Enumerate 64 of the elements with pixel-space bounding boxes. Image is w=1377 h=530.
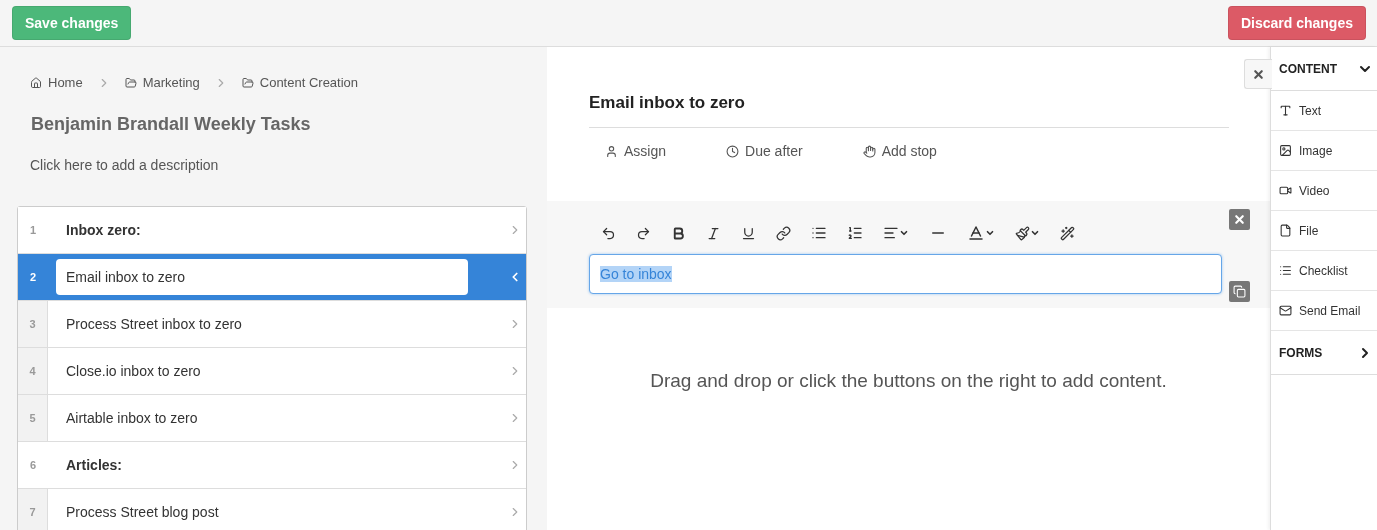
checklist-title: Benjamin Brandall Weekly Tasks — [31, 114, 312, 135]
content-item[interactable]: Send Email — [1271, 291, 1377, 331]
folder-icon — [124, 76, 137, 89]
folder-icon — [241, 76, 254, 89]
task-text: Close.io inbox to zero — [65, 363, 202, 379]
task-row[interactable]: 4 Close.io inbox to zero — [18, 348, 526, 395]
undo-icon[interactable] — [601, 225, 616, 241]
description-link[interactable]: Click here to add a description — [30, 157, 527, 173]
breadcrumb-link[interactable]: Marketing — [124, 75, 200, 90]
section-header[interactable]: CONTENT — [1271, 47, 1377, 91]
file-icon — [1279, 224, 1292, 237]
bold-icon[interactable] — [671, 225, 686, 241]
breadcrumb-link[interactable]: Home — [30, 75, 83, 90]
close-icon[interactable] — [1229, 209, 1250, 230]
task-row[interactable]: 2 Email inbox to zero — [18, 254, 526, 301]
empty-hint: Drag and drop or click the buttons on the right to add content. — [649, 370, 1168, 392]
video-camera-icon — [1279, 184, 1292, 197]
close-button[interactable] — [1244, 59, 1272, 89]
breadcrumb-link[interactable]: Content Creation — [241, 75, 359, 90]
action-button[interactable]: Due after — [726, 143, 803, 159]
task-text: Process Street blog post — [65, 504, 220, 520]
italic-icon[interactable] — [706, 225, 721, 241]
redo-icon[interactable] — [636, 225, 651, 241]
content-item[interactable]: Checklist — [1271, 251, 1377, 291]
hand-icon — [862, 144, 876, 158]
envelope-icon — [1279, 304, 1292, 317]
task-number: 3 — [18, 301, 48, 347]
align-icon[interactable] — [883, 225, 909, 241]
link-icon[interactable] — [776, 225, 791, 241]
section-header[interactable]: FORMS — [1271, 331, 1377, 375]
task-text: Email inbox to zero — [56, 259, 468, 295]
content-item[interactable]: Image — [1271, 131, 1377, 171]
task-text: Airtable inbox to zero — [65, 410, 199, 426]
task-number: 7 — [18, 489, 48, 530]
clock-icon — [726, 144, 740, 158]
task-number: 5 — [18, 395, 48, 441]
content-item[interactable]: Text — [1271, 91, 1377, 131]
task-row[interactable]: 1 Inbox zero: — [18, 207, 526, 254]
magic-wand-icon[interactable] — [1060, 225, 1075, 241]
task-text: Process Street inbox to zero — [65, 316, 243, 332]
content-item[interactable]: File — [1271, 211, 1377, 251]
heading-text: Articles: — [65, 457, 124, 473]
user-icon — [605, 144, 618, 158]
task-row[interactable]: 5 Airtable inbox to zero — [18, 395, 526, 442]
discard-button[interactable]: Discard changes — [1227, 6, 1366, 40]
image-icon — [1279, 144, 1292, 157]
underline-icon[interactable] — [741, 225, 756, 241]
action-button[interactable]: Add stop — [862, 143, 937, 159]
action-button[interactable]: Assign — [605, 143, 667, 159]
list-icon — [1279, 264, 1292, 277]
home-icon — [30, 76, 42, 89]
task-row[interactable]: 3 Process Street inbox to zero — [18, 301, 526, 348]
heading-text: Inbox zero: — [65, 222, 142, 238]
close-icon — [1252, 67, 1265, 81]
task-number: 2 — [28, 270, 38, 285]
copy-icon[interactable] — [1229, 281, 1250, 302]
content-item[interactable]: Video — [1271, 171, 1377, 211]
task-title: Email inbox to zero — [589, 93, 1229, 128]
task-number: 4 — [18, 348, 48, 394]
bullet-list-icon[interactable] — [811, 225, 827, 241]
brush-icon[interactable] — [1015, 225, 1040, 241]
text-icon — [1279, 104, 1292, 117]
numbered-list-icon[interactable] — [847, 225, 863, 241]
text-color-icon[interactable] — [967, 224, 995, 242]
